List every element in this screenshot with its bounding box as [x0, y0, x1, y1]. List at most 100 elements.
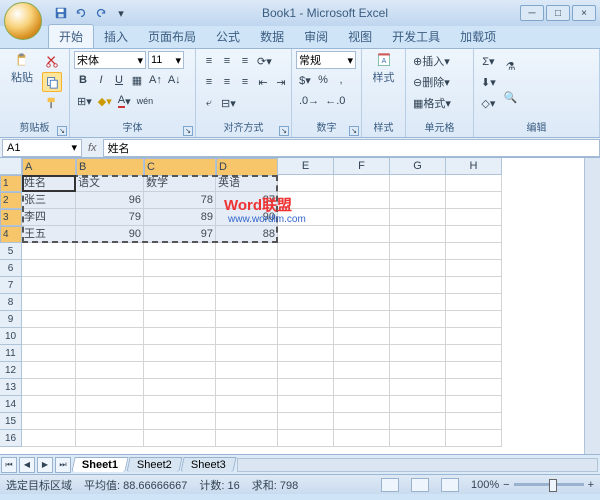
cell[interactable]	[446, 345, 502, 362]
spreadsheet-grid[interactable]: ABCDEFGH 12345678910111213141516 姓名语文数学英…	[0, 158, 600, 454]
border-button[interactable]: ▦	[128, 70, 146, 90]
cell[interactable]	[22, 362, 76, 379]
border-dropdown[interactable]: ⊞▾	[74, 91, 95, 111]
cell[interactable]: 英语	[216, 175, 278, 192]
cell[interactable]	[390, 260, 446, 277]
cell[interactable]: 张三	[22, 192, 76, 209]
cell[interactable]	[390, 362, 446, 379]
cell[interactable]	[216, 243, 278, 260]
cell[interactable]	[278, 345, 334, 362]
cell[interactable]: 89	[144, 209, 216, 226]
zoom-slider[interactable]	[514, 483, 584, 486]
cell[interactable]	[144, 328, 216, 345]
row-header-10[interactable]: 10	[0, 328, 22, 345]
view-layout-icon[interactable]	[411, 478, 429, 492]
cell[interactable]: 李四	[22, 209, 76, 226]
cell[interactable]	[390, 294, 446, 311]
tab-data[interactable]: 数据	[250, 25, 294, 48]
align-right-icon[interactable]: ≡	[236, 72, 254, 92]
cell[interactable]	[76, 294, 144, 311]
cell[interactable]	[76, 396, 144, 413]
row-header-7[interactable]: 7	[0, 277, 22, 294]
delete-cells-button[interactable]: ⊖ 删除▾	[410, 72, 470, 92]
paste-button[interactable]: 粘贴	[4, 51, 40, 87]
cell[interactable]	[446, 226, 502, 243]
row-header-14[interactable]: 14	[0, 396, 22, 413]
cell[interactable]	[144, 430, 216, 447]
cell[interactable]	[76, 413, 144, 430]
zoom-out-button[interactable]: −	[503, 479, 509, 491]
cell[interactable]	[278, 328, 334, 345]
fill-color-button[interactable]: ◆▾	[95, 91, 115, 111]
horizontal-scrollbar[interactable]	[237, 458, 598, 472]
cell[interactable]	[334, 362, 390, 379]
underline-button[interactable]: U	[110, 70, 128, 90]
cell[interactable]	[334, 413, 390, 430]
cell[interactable]	[446, 396, 502, 413]
cell[interactable]	[278, 362, 334, 379]
tab-formulas[interactable]: 公式	[206, 25, 250, 48]
align-bottom-icon[interactable]: ≡	[236, 51, 254, 71]
font-name-select[interactable]: 宋体▾	[74, 51, 146, 69]
cell[interactable]	[390, 311, 446, 328]
cell[interactable]	[216, 277, 278, 294]
cell[interactable]	[278, 294, 334, 311]
row-header-2[interactable]: 2	[0, 192, 22, 209]
cell[interactable]: 97	[144, 226, 216, 243]
undo-icon[interactable]	[72, 4, 90, 22]
save-icon[interactable]	[52, 4, 70, 22]
cell[interactable]	[390, 277, 446, 294]
cell[interactable]	[390, 328, 446, 345]
phonetic-icon[interactable]: wén	[134, 91, 157, 111]
font-launcher-icon[interactable]: ↘	[183, 126, 193, 136]
cell[interactable]	[334, 294, 390, 311]
cell[interactable]	[446, 209, 502, 226]
align-middle-icon[interactable]: ≡	[218, 51, 236, 71]
cell[interactable]	[144, 345, 216, 362]
close-button[interactable]: ×	[572, 5, 596, 21]
clipboard-launcher-icon[interactable]: ↘	[57, 126, 67, 136]
cell[interactable]	[216, 294, 278, 311]
cell[interactable]: 87	[216, 192, 278, 209]
cell[interactable]	[446, 192, 502, 209]
cell[interactable]	[278, 413, 334, 430]
cell[interactable]	[390, 430, 446, 447]
cell[interactable]	[216, 430, 278, 447]
italic-button[interactable]: I	[92, 70, 110, 90]
cell[interactable]	[446, 260, 502, 277]
cell[interactable]	[144, 379, 216, 396]
cell[interactable]	[144, 277, 216, 294]
cell[interactable]	[446, 243, 502, 260]
tab-developer[interactable]: 开发工具	[382, 25, 450, 48]
cell[interactable]	[144, 311, 216, 328]
row-header-8[interactable]: 8	[0, 294, 22, 311]
cell[interactable]	[390, 345, 446, 362]
cell[interactable]	[334, 175, 390, 192]
indent-dec-icon[interactable]: ⇤	[254, 72, 272, 92]
maximize-button[interactable]: □	[546, 5, 570, 21]
cell[interactable]	[334, 243, 390, 260]
row-header-13[interactable]: 13	[0, 379, 22, 396]
cell[interactable]	[278, 430, 334, 447]
cell[interactable]	[22, 294, 76, 311]
tab-layout[interactable]: 页面布局	[138, 25, 206, 48]
cell[interactable]	[446, 379, 502, 396]
cell[interactable]	[22, 345, 76, 362]
col-header-B[interactable]: B	[76, 158, 144, 176]
cell[interactable]	[76, 328, 144, 345]
cell[interactable]	[22, 260, 76, 277]
cell[interactable]	[334, 430, 390, 447]
cell[interactable]	[446, 328, 502, 345]
tab-insert[interactable]: 插入	[94, 25, 138, 48]
cell[interactable]	[22, 243, 76, 260]
cell[interactable]	[278, 277, 334, 294]
redo-icon[interactable]	[92, 4, 110, 22]
cell[interactable]	[334, 226, 390, 243]
qat-dropdown-icon[interactable]: ▾	[112, 4, 130, 22]
cell[interactable]	[216, 260, 278, 277]
shrink-font-icon[interactable]: A↓	[165, 70, 184, 90]
minimize-button[interactable]: ─	[520, 5, 544, 21]
row-header-4[interactable]: 4	[0, 226, 22, 243]
cell[interactable]	[446, 413, 502, 430]
cell[interactable]: 90	[76, 226, 144, 243]
